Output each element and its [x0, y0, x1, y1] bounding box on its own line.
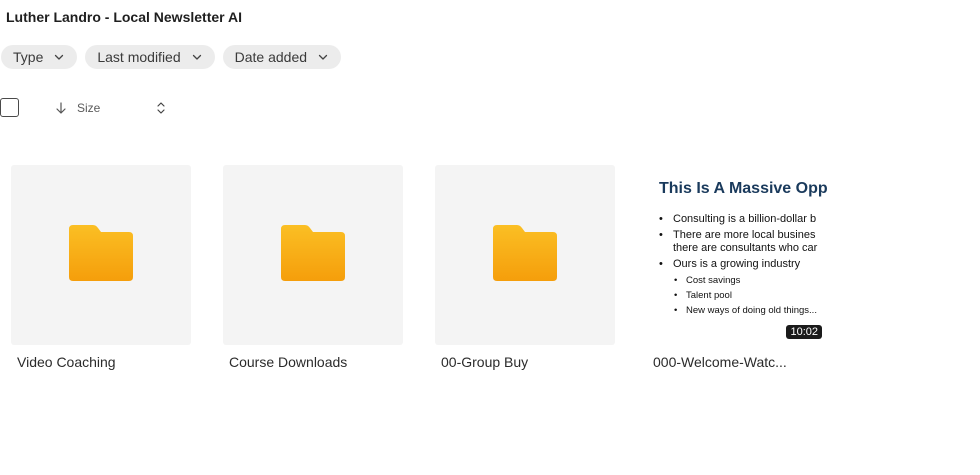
filter-last-modified-chip[interactable]: Last modified [85, 45, 215, 69]
folder-icon [279, 223, 347, 288]
select-all-checkbox[interactable] [0, 98, 19, 117]
folder-icon [491, 223, 559, 288]
slide-bullet-continuation: there are consultants who car [673, 242, 818, 254]
folder-tile[interactable]: Course Downloads [223, 165, 403, 370]
sort-toggle-icon[interactable] [155, 100, 167, 116]
sort-bar: Size [0, 98, 300, 120]
file-browser-page: Luther Landro - Local Newsletter AI Type… [0, 0, 980, 475]
page-title: Luther Landro - Local Newsletter AI [6, 9, 242, 25]
video-name: 000-Welcome-Watc... [653, 354, 787, 370]
video-tile[interactable]: This Is A Massive Opp Consulting is a bi… [652, 165, 832, 370]
chevron-down-icon [53, 51, 65, 63]
slide-bullets: Consulting is a billion-dollar b There a… [659, 213, 817, 319]
slide-sub-bullet: New ways of doing old things... [659, 304, 817, 317]
video-thumbnail: This Is A Massive Opp Consulting is a bi… [652, 165, 832, 345]
arrow-down-icon[interactable] [55, 101, 67, 115]
folder-name: Course Downloads [229, 354, 348, 370]
folder-tile[interactable]: 00-Group Buy [435, 165, 615, 370]
folder-tile[interactable]: Video Coaching [11, 165, 191, 370]
slide-sub-bullet: Cost savings [659, 274, 817, 287]
slide-bullet: Consulting is a billion-dollar b [659, 213, 817, 226]
filter-type-chip[interactable]: Type [1, 45, 78, 69]
duration-badge: 10:02 [786, 325, 822, 339]
slide-title: This Is A Massive Opp [659, 180, 828, 197]
filter-type-label: Type [13, 49, 44, 65]
folder-thumbnail [435, 165, 615, 345]
chevron-down-icon [317, 51, 329, 63]
sort-label[interactable]: Size [77, 101, 100, 115]
filter-date-added-label: Date added [234, 49, 308, 65]
filter-bar: Type Last modified Date added [1, 45, 342, 69]
folder-name: Video Coaching [17, 354, 116, 370]
folder-thumbnail [223, 165, 403, 345]
chevron-down-icon [191, 51, 203, 63]
folder-thumbnail [11, 165, 191, 345]
folder-icon [67, 223, 135, 288]
slide-sub-bullet: Talent pool [659, 289, 817, 302]
slide-bullet: Ours is a growing industry [659, 258, 817, 271]
filter-last-modified-label: Last modified [97, 49, 181, 65]
folder-name: 00-Group Buy [441, 354, 529, 370]
filter-date-added-chip[interactable]: Date added [222, 45, 342, 69]
slide-bullet: There are more local busines [659, 229, 817, 242]
